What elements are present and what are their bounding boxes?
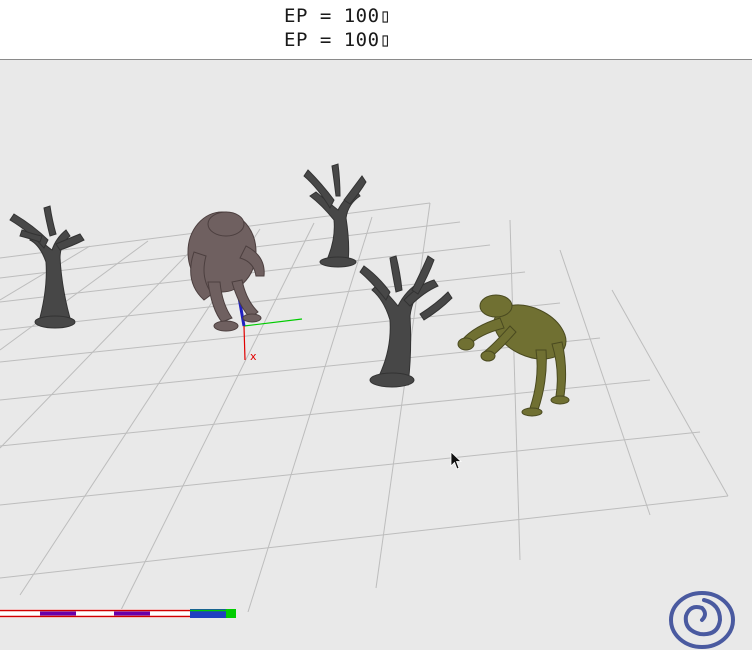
ground-grid [0, 202, 729, 612]
3d-viewport[interactable]: x [0, 60, 752, 649]
spiral-logo-icon [668, 590, 736, 650]
dead-tree[interactable] [303, 163, 367, 268]
arrow-cursor-icon [450, 451, 464, 471]
ape-creature[interactable] [187, 211, 265, 332]
dead-tree[interactable] [9, 205, 85, 329]
axis-x-label: x [250, 350, 257, 363]
ep-readout-2: EP = 100▯ [284, 29, 392, 51]
dead-tree[interactable] [359, 255, 453, 388]
hud-panel: EP = 100▯ EP = 100▯ [0, 0, 752, 60]
status-bar [0, 603, 236, 618]
ep-readout-1: EP = 100▯ [284, 5, 392, 27]
